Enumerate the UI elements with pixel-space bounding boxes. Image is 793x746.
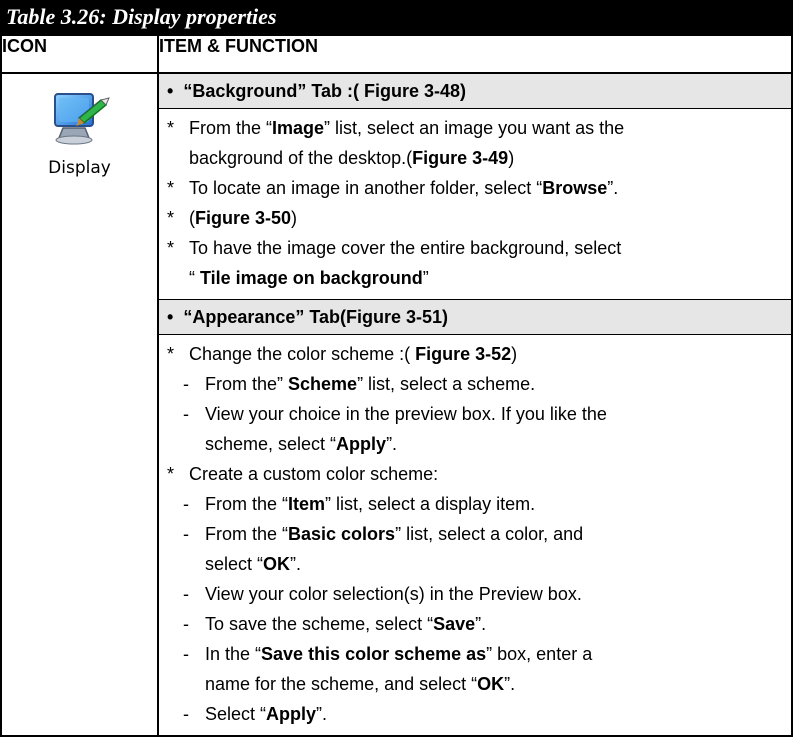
appearance-tab-body: * Change the color scheme :( Figure 3-52)… bbox=[159, 335, 791, 735]
sub-item: - View your choice in the preview box. If… bbox=[183, 404, 607, 424]
header-row: ICON ITEM & FUNCTION bbox=[0, 34, 793, 74]
appearance-tab-heading: • “Appearance” Tab(Figure 3-51) bbox=[159, 300, 791, 335]
display-properties-table: ICON ITEM & FUNCTION Display • “Backgrou… bbox=[0, 34, 793, 737]
display-row: Display • “Background” Tab :( Figure 3-4… bbox=[0, 72, 793, 737]
sub-item: - Select “Apply”. bbox=[183, 704, 328, 724]
list-item: * From the “Image” list, select an image … bbox=[167, 118, 625, 138]
list-item-continued: “ Tile image on background” bbox=[189, 268, 429, 288]
icon-label: Display bbox=[48, 158, 111, 178]
list-item-continued: background of the desktop.(Figure 3-49) bbox=[189, 148, 515, 168]
document-page: Table 3.26: Display properties ICON ITEM… bbox=[0, 0, 793, 746]
list-item: * To have the image cover the entire back… bbox=[167, 238, 622, 258]
background-tab-heading: • “Background” Tab :( Figure 3-48) bbox=[159, 74, 791, 109]
header-item-function: ITEM & FUNCTION bbox=[157, 34, 793, 74]
display-icon bbox=[53, 93, 110, 145]
background-tab-body: * From the “Image” list, select an image … bbox=[159, 109, 791, 300]
sub-item-continued: name for the scheme, and select “OK”. bbox=[205, 674, 516, 694]
sub-item: - To save the scheme, select “Save”. bbox=[183, 614, 487, 634]
list-item: * Create a custom color scheme: bbox=[167, 464, 439, 484]
list-item: * (Figure 3-50) bbox=[167, 208, 298, 228]
content-cell: • “Background” Tab :( Figure 3-48) * From… bbox=[157, 72, 793, 737]
list-item: * Change the color scheme :( Figure 3-52) bbox=[167, 344, 518, 364]
sub-item: - From the” Scheme” list, select a scheme… bbox=[183, 374, 536, 394]
header-icon: ICON bbox=[0, 34, 159, 74]
icon-cell: Display bbox=[0, 72, 159, 737]
sub-item: - From the “Item” list, select a display … bbox=[183, 494, 536, 514]
sub-item: - View your color selection(s) in the Pre… bbox=[183, 584, 582, 604]
sub-item: - From the “Basic colors” list, select a … bbox=[183, 524, 584, 544]
sub-item-continued: scheme, select “Apply”. bbox=[205, 434, 398, 454]
sub-item-continued: select “OK”. bbox=[205, 554, 302, 574]
list-item: * To locate an image in another folder, s… bbox=[167, 178, 619, 198]
sub-item: - In the “Save this color scheme as” box,… bbox=[183, 644, 593, 664]
table-title: Table 3.26: Display properties bbox=[0, 0, 793, 34]
